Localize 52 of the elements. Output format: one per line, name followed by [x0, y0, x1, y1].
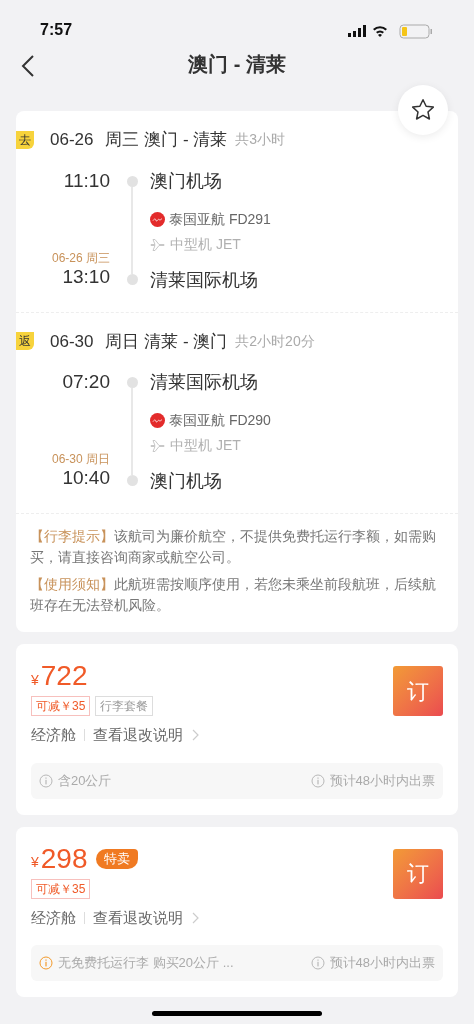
- flight-info: 泰国亚航 FD290: [169, 411, 271, 430]
- departure-airport: 清莱国际机场: [150, 371, 259, 394]
- price: 298: [40, 842, 88, 875]
- status-indicators-icon: [348, 24, 434, 40]
- arrival-airport: 清莱国际机场: [150, 268, 259, 292]
- offer-note: 无免费托运行李 购买20公斤 ...: [58, 954, 234, 973]
- leg-route: 周日 清莱 - 澳门: [105, 330, 228, 353]
- departure-time: 11:10: [63, 168, 110, 193]
- leg-date: 06-30: [50, 330, 94, 353]
- leg-date: 06-26: [50, 129, 94, 151]
- plane-icon: [150, 237, 166, 251]
- leg-duration: 共3小时: [235, 130, 286, 150]
- cabin-class: 经济舱: [31, 907, 76, 928]
- offer-note: 预计48小时内出票: [329, 771, 435, 790]
- departure-airport: 澳门机场: [150, 169, 223, 193]
- airline-logo-icon: [150, 413, 165, 428]
- arrival-date: 06-30 周日: [51, 452, 110, 466]
- chevron-right-icon: [191, 729, 199, 742]
- leg-tag: 去: [16, 130, 34, 149]
- favorite-button[interactable]: [398, 85, 448, 135]
- offer-tag: 可减￥35: [31, 878, 91, 899]
- refund-rules-link[interactable]: 查看退改说明: [93, 724, 183, 747]
- flight-info: 泰国亚航 FD291: [169, 209, 271, 229]
- arrival-date: 06-26 周三: [51, 250, 110, 265]
- notice-text: 【行李提示】该航司为廉价航空，不提供免费托运行李额，如需购买，请直接咨询商家或航空公司。: [30, 527, 437, 567]
- sale-badge: 特卖: [95, 848, 138, 869]
- arrival-time: 13:10: [62, 264, 110, 289]
- arrival-airport: 澳门机场: [150, 470, 223, 493]
- refund-rules-link[interactable]: 查看退改说明: [93, 906, 183, 929]
- star-icon: [410, 97, 436, 123]
- leg-route: 周三 澳门 - 清莱: [105, 129, 228, 151]
- notice-text: 【使用须知】此航班需按顺序使用，若您未乘坐前段航班，后续航班存在无法登机风险。: [30, 575, 437, 615]
- plane-icon: [150, 439, 166, 452]
- status-time: 7:57: [40, 20, 73, 40]
- currency-symbol: ¥: [31, 853, 39, 872]
- back-icon: [21, 55, 35, 77]
- chevron-right-icon: [191, 911, 199, 924]
- aircraft-type: 中型机 JET: [170, 436, 241, 455]
- leg-duration: 共2小时20分: [235, 331, 315, 351]
- page-title: 澳门 - 清莱: [188, 52, 286, 77]
- offer-tag: 可减￥35: [31, 696, 91, 716]
- cabin-class: 经济舱: [31, 725, 76, 745]
- offer-note: 预计48小时内出票: [329, 954, 435, 973]
- currency-symbol: ¥: [31, 670, 39, 690]
- offer-note: 含20公斤: [58, 771, 112, 790]
- aircraft-type: 中型机 JET: [170, 234, 241, 254]
- airline-logo-icon: [150, 211, 165, 227]
- offer-tag: 行李套餐: [95, 696, 154, 716]
- leg-tag: 返: [16, 332, 34, 351]
- arrival-time: 10:40: [62, 466, 110, 490]
- departure-time: 07:20: [62, 370, 110, 394]
- price: 722: [40, 660, 88, 692]
